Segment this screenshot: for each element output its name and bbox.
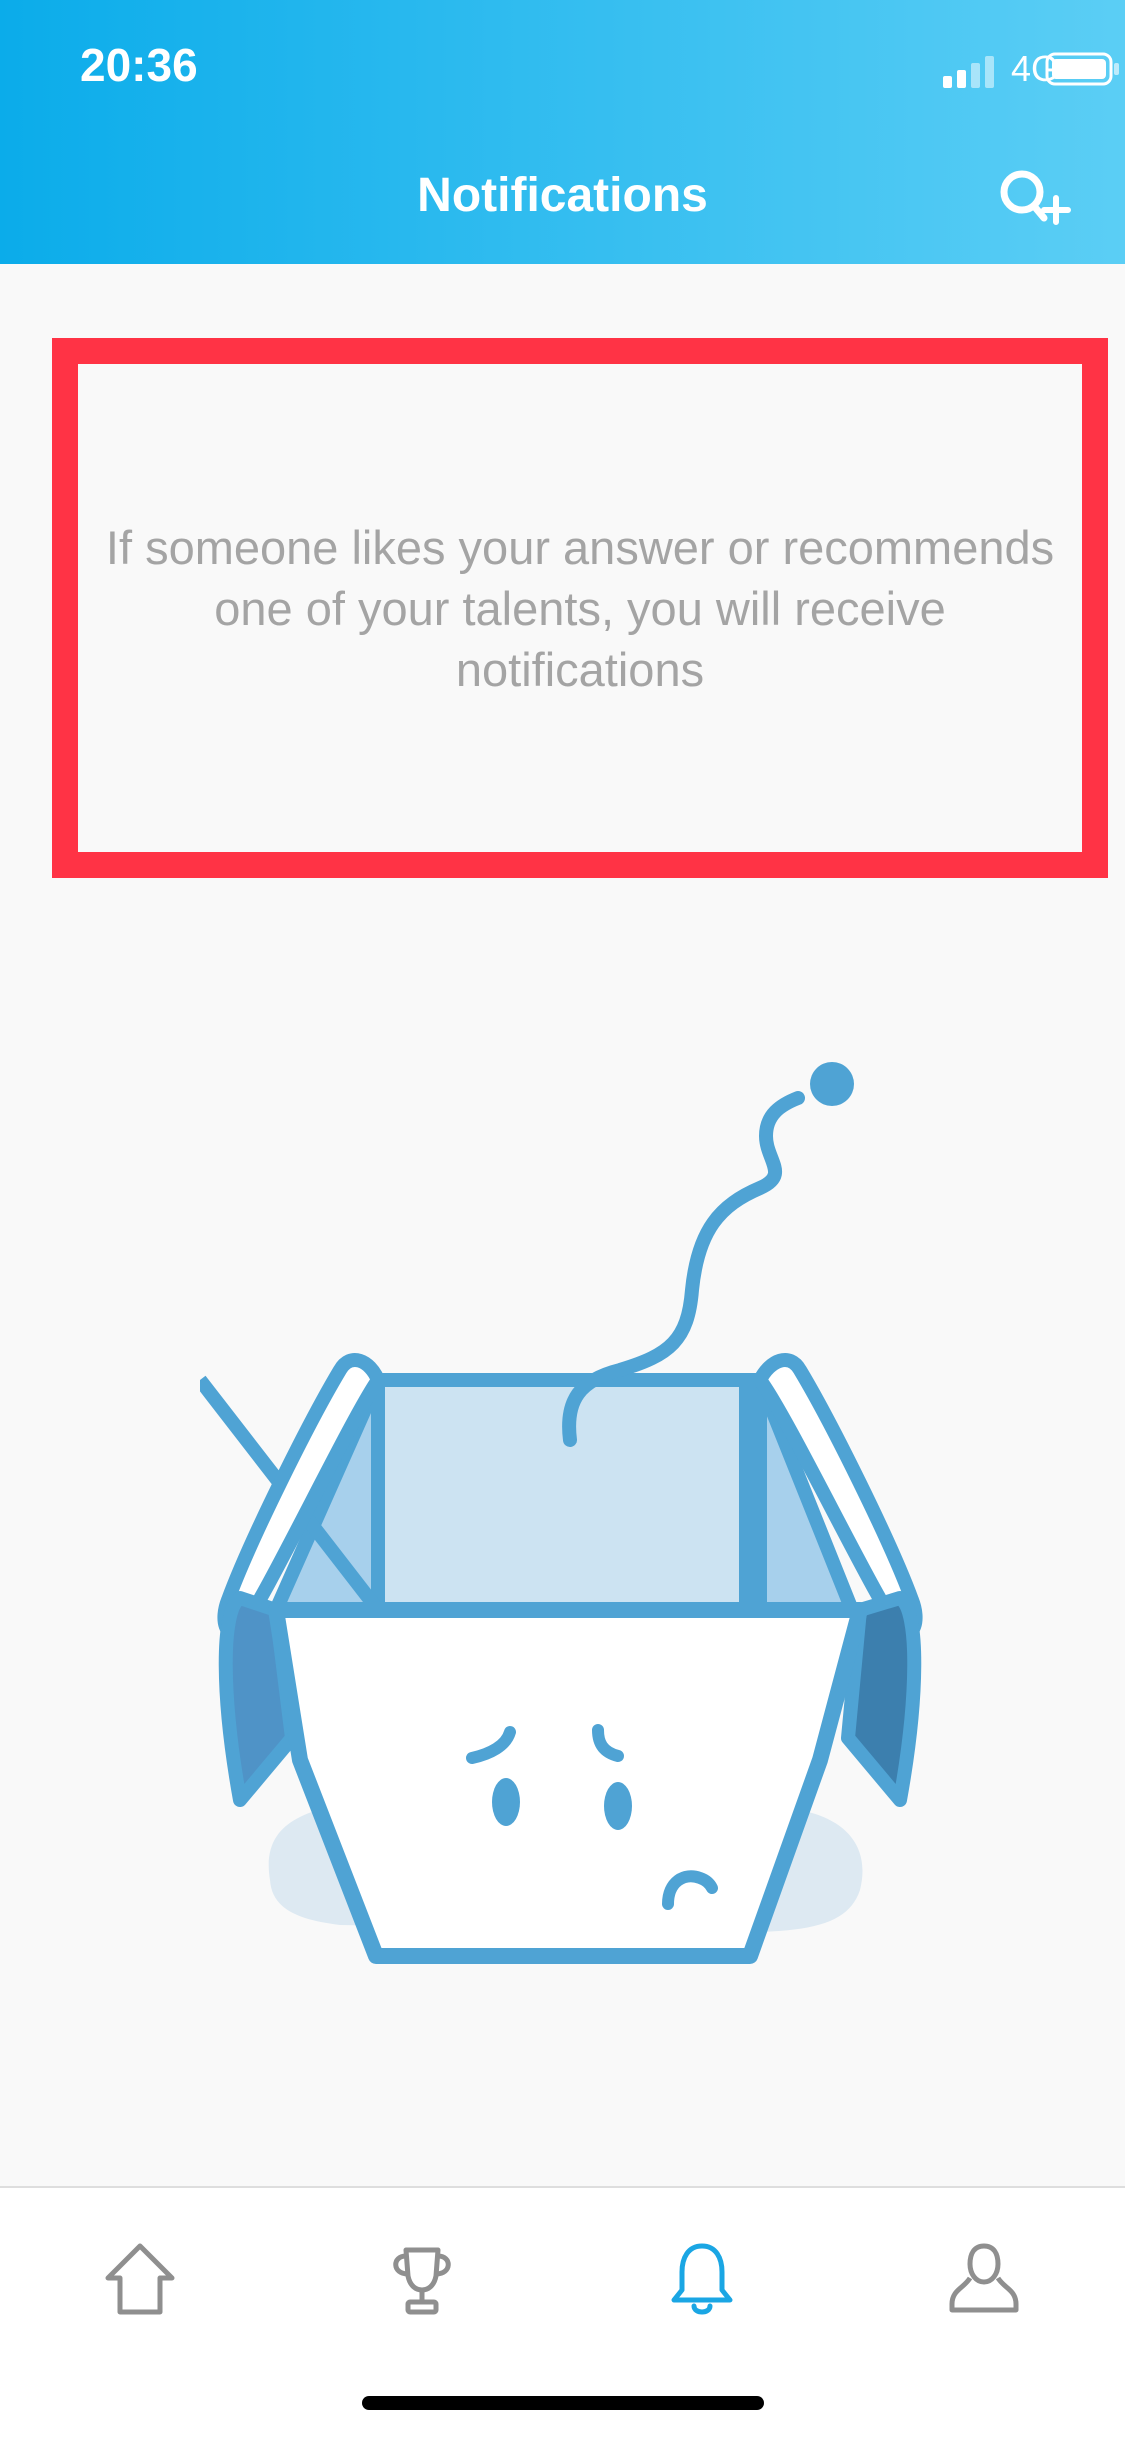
profile-icon <box>949 2243 1019 2313</box>
signal-icon <box>943 56 994 88</box>
add-friend-icon[interactable] <box>994 164 1078 232</box>
sad-box-illustration <box>200 1062 923 1964</box>
home-indicator[interactable] <box>362 2396 764 2410</box>
tab-profile[interactable] <box>934 2228 1034 2328</box>
tab-home[interactable] <box>90 2228 190 2328</box>
tab-notifications[interactable] <box>652 2228 752 2328</box>
empty-state-message: If someone likes your answer or recommen… <box>105 520 1055 696</box>
status-time: 20:36 <box>80 39 198 91</box>
page-title: Notifications <box>417 169 708 222</box>
bell-icon <box>671 2243 733 2315</box>
tab-trophy[interactable] <box>372 2228 472 2328</box>
trophy-icon <box>393 2247 451 2315</box>
home-icon <box>105 2243 175 2315</box>
battery-icon <box>1045 52 1119 86</box>
empty-state-highlight: If someone likes your answer or recommen… <box>52 338 1108 878</box>
app-header: 20:36 4G Notifications <box>0 0 1125 264</box>
